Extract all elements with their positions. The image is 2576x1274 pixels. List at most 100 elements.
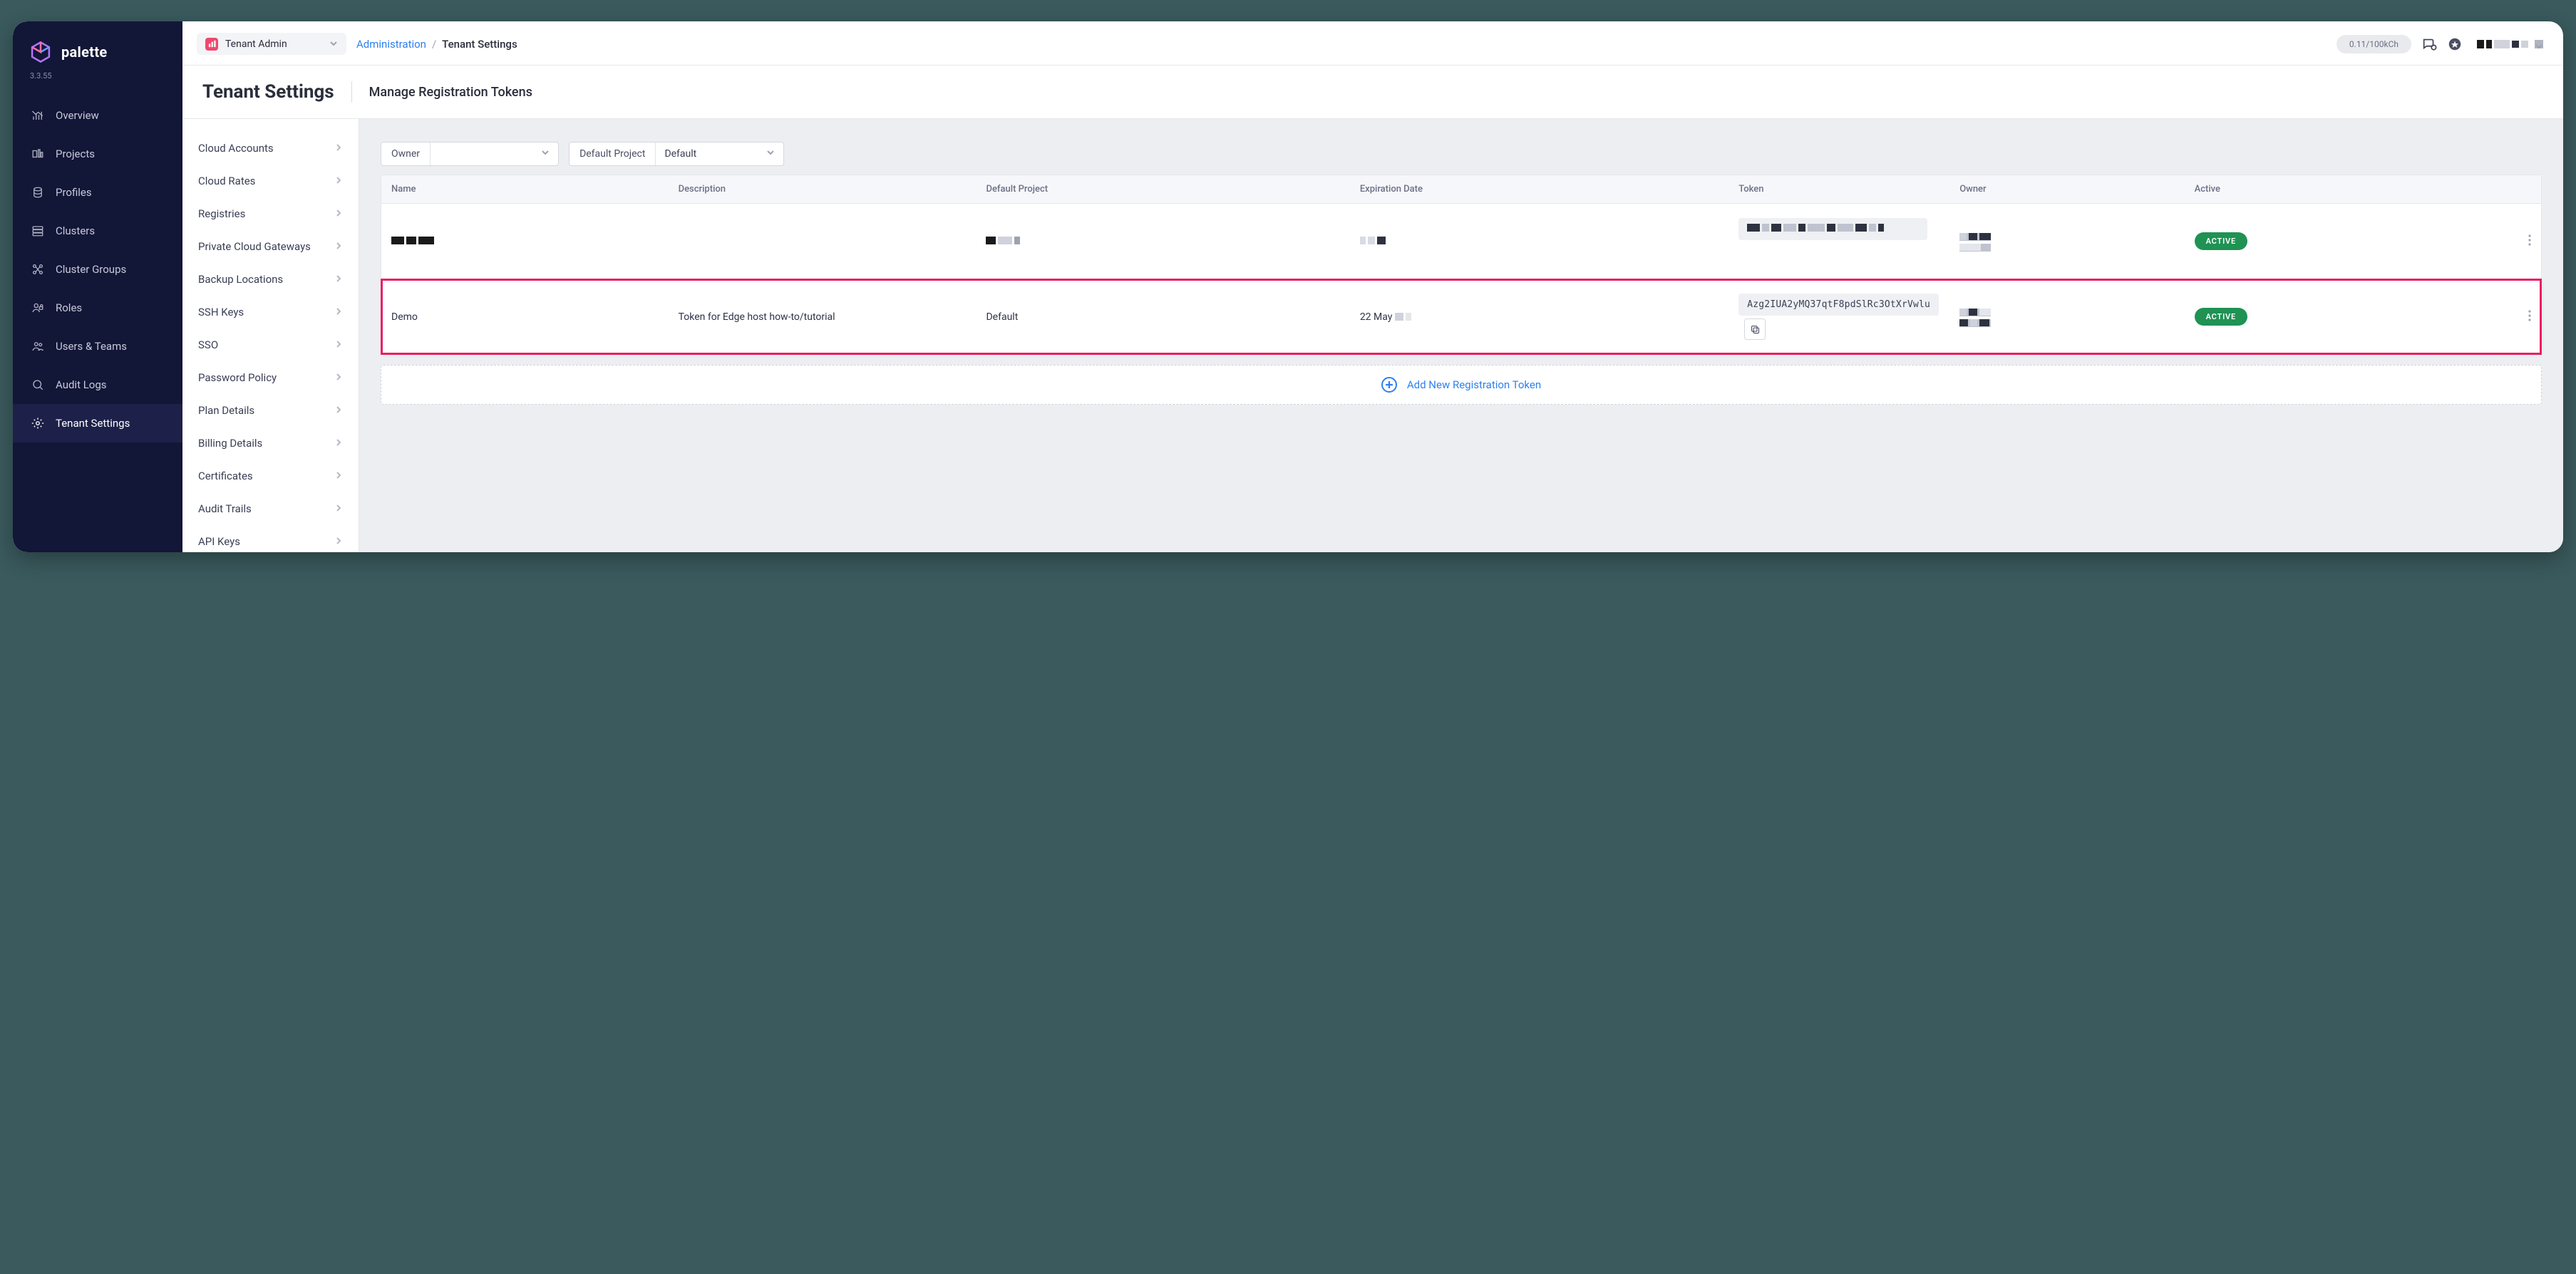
filter-project-select[interactable]: Default [655,143,783,165]
star-icon[interactable] [2447,36,2463,52]
table-row: ACTIVE [381,204,2541,279]
breadcrumb-current: Tenant Settings [442,38,517,51]
settings-item-label: Password Policy [198,371,277,384]
brand-row: palette [13,21,182,71]
settings-item-label: Cloud Accounts [198,142,274,155]
chevron-right-icon [334,437,343,450]
col-description[interactable]: Description [669,175,977,204]
settings-item-label: SSH Keys [198,306,244,318]
overview-icon [31,109,44,122]
settings-item-sso[interactable]: SSO [182,328,359,361]
sidebar-item-overview[interactable]: Overview [13,96,182,135]
sidebar-item-projects[interactable]: Projects [13,135,182,173]
usage-indicator[interactable]: 0.11/100kCh [2337,35,2411,53]
chat-icon[interactable] [2421,36,2437,52]
tenant-selector-label: Tenant Admin [225,38,287,50]
settings-item-audit-trails[interactable]: Audit Trails [182,492,359,525]
settings-subnav: Cloud Accounts Cloud Rates Registries Pr… [182,119,359,552]
settings-item-label: Audit Trails [198,502,252,515]
chevron-down-icon [766,148,775,160]
chevron-right-icon [334,371,343,384]
page-subtitle: Manage Registration Tokens [369,85,532,100]
tenant-selector[interactable]: Tenant Admin [197,33,346,55]
cell-expiration [1350,204,1729,279]
filter-default-project: Default Project Default [569,142,784,166]
col-name[interactable]: Name [381,175,669,204]
sidebar-item-label: Users & Teams [56,340,127,353]
sidebar-item-cluster-groups[interactable]: Cluster Groups [13,250,182,289]
roles-icon [31,301,44,314]
col-owner[interactable]: Owner [1949,175,2184,204]
settings-item-label: Billing Details [198,437,262,450]
breadcrumb-separator: / [432,38,436,51]
sidebar-item-audit-logs[interactable]: Audit Logs [13,366,182,404]
sidebar-item-label: Clusters [56,224,95,237]
settings-item-registries[interactable]: Registries [182,197,359,230]
chevron-right-icon [334,404,343,417]
table-row: Demo Token for Edge host how-to/tutorial… [381,279,2541,355]
sidebar-item-profiles[interactable]: Profiles [13,173,182,212]
settings-item-ssh-keys[interactable]: SSH Keys [182,296,359,328]
content-area: Owner Default Project Default [359,119,2563,552]
main: Tenant Admin Administration / Tenant Set… [182,21,2563,552]
breadcrumb: Administration / Tenant Settings [356,38,517,51]
sidebar-item-roles[interactable]: Roles [13,289,182,327]
col-expiration[interactable]: Expiration Date [1350,175,1729,204]
cell-token: Azg2IUA2yMQ37qtF8pdSlRc3OtXrVwlu [1729,279,1949,355]
settings-item-cloud-accounts[interactable]: Cloud Accounts [182,132,359,165]
sidebar-item-users-teams[interactable]: Users & Teams [13,327,182,366]
plus-circle-icon [1381,377,1397,393]
settings-item-api-keys[interactable]: API Keys [182,525,359,552]
settings-item-cloud-rates[interactable]: Cloud Rates [182,165,359,197]
filter-project-label: Default Project [570,143,655,165]
chevron-right-icon [334,306,343,318]
col-default-project[interactable]: Default Project [976,175,1349,204]
sidebar-item-label: Cluster Groups [56,263,126,276]
filters: Owner Default Project Default [381,142,2542,166]
breadcrumb-parent[interactable]: Administration [356,38,426,51]
col-active[interactable]: Active [2185,175,2518,204]
settings-item-label: Registries [198,207,245,220]
filter-owner-label: Owner [381,143,430,165]
projects-icon [31,147,44,160]
user-menu[interactable] [2477,40,2543,48]
settings-item-plan-details[interactable]: Plan Details [182,394,359,427]
page-header: Tenant Settings Manage Registration Toke… [182,66,2563,119]
chevron-right-icon [334,338,343,351]
cell-token [1729,204,1949,279]
tokens-table: Name Description Default Project Expirat… [381,175,2541,354]
row-menu-button[interactable] [2518,204,2541,279]
brand-name: palette [61,43,107,61]
col-token[interactable]: Token [1729,175,1949,204]
settings-item-private-cloud-gateways[interactable]: Private Cloud Gateways [182,230,359,263]
copy-token-button[interactable] [1744,318,1766,340]
row-menu-button[interactable] [2518,279,2541,355]
settings-item-certificates[interactable]: Certificates [182,460,359,492]
chevron-down-icon [541,148,550,160]
app-version: 3.3.55 [13,71,182,96]
users-teams-icon [31,340,44,353]
sidebar-item-tenant-settings[interactable]: Tenant Settings [13,404,182,442]
sidebar: palette 3.3.55 Overview Projects Profile… [13,21,182,552]
chevron-right-icon [334,240,343,253]
cell-name [381,204,669,279]
cell-project [976,204,1349,279]
chevron-right-icon [334,535,343,548]
cell-project: Default [976,279,1349,355]
filter-owner-select[interactable] [430,143,558,165]
settings-item-label: Backup Locations [198,273,283,286]
settings-item-password-policy[interactable]: Password Policy [182,361,359,394]
sidebar-item-label: Projects [56,147,95,160]
topbar: Tenant Admin Administration / Tenant Set… [182,21,2563,66]
settings-item-billing-details[interactable]: Billing Details [182,427,359,460]
sidebar-items: Overview Projects Profiles Clusters Clus… [13,96,182,442]
chevron-right-icon [334,502,343,515]
add-token-label: Add New Registration Token [1407,378,1541,391]
chevron-right-icon [334,273,343,286]
palette-logo-icon [29,40,53,64]
tenant-icon [205,38,218,51]
settings-item-backup-locations[interactable]: Backup Locations [182,263,359,296]
add-registration-token-button[interactable]: Add New Registration Token [381,365,2542,405]
sidebar-item-clusters[interactable]: Clusters [13,212,182,250]
filter-owner: Owner [381,142,559,166]
